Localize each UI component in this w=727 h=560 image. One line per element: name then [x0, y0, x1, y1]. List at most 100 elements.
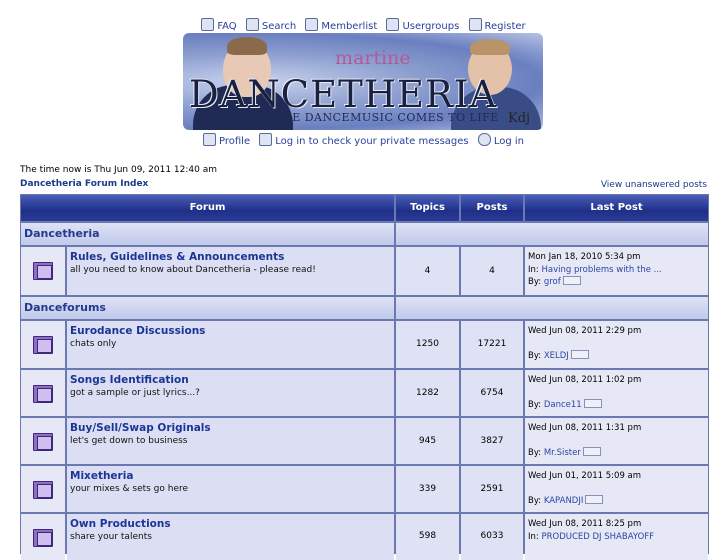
last-post-author-link[interactable]: grof — [544, 277, 561, 287]
header-topics: Topics — [396, 195, 459, 221]
login-link[interactable]: Log in — [477, 133, 524, 147]
banner-title: DANCETHERIA — [189, 73, 498, 116]
view-latest-post-icon[interactable] — [582, 446, 601, 456]
usergroups-link[interactable]: Usergroups — [386, 18, 459, 32]
profile-link[interactable]: Profile — [203, 133, 250, 147]
topics-count: 1250 — [396, 321, 459, 368]
table-header: Forum Topics Posts Last Post — [21, 195, 708, 221]
forum-name[interactable]: Songs Identification — [70, 374, 391, 386]
last-post-topic-link[interactable]: Having problems with the ... — [541, 265, 661, 275]
last-post-in-label: In: — [528, 531, 539, 542]
forum-row: Mixetheria your mixes & sets go here 339… — [21, 466, 708, 512]
login-icon — [477, 133, 491, 146]
forum-row: Rules, Guidelines & Announcements all yo… — [21, 247, 708, 295]
view-unanswered-link[interactable]: View unanswered posts — [601, 180, 707, 190]
last-post-date: Wed Jun 01, 2011 5:09 am — [528, 471, 642, 481]
forum-name[interactable]: Rules, Guidelines & Announcements — [70, 251, 391, 263]
folder-icon — [33, 336, 53, 354]
last-post-by-label: By: — [528, 399, 542, 410]
last-post-author-link[interactable]: Mr.Sister — [544, 448, 581, 458]
last-post-in-label: In: — [528, 264, 539, 275]
posts-count: 2591 — [461, 466, 523, 512]
last-post: Wed Jun 08, 2011 8:25 pm In: PRODUCED DJ… — [525, 514, 708, 560]
usergroups-icon — [386, 18, 400, 31]
header-forum: Forum — [21, 195, 394, 221]
folder-icon — [33, 433, 53, 451]
site-banner[interactable]: martine DANCETHERIA WHERE DANCEMUSIC COM… — [183, 33, 543, 130]
forum-row: Own Productions share your talents 598 6… — [21, 514, 708, 560]
last-post: Mon Jan 18, 2010 5:34 pm In: Having prob… — [525, 247, 708, 295]
last-post-date: Wed Jun 08, 2011 2:29 pm — [528, 326, 642, 336]
category-name[interactable]: Danceforums — [21, 297, 394, 319]
last-post-date: Wed Jun 08, 2011 1:02 pm — [528, 375, 642, 385]
last-post: Wed Jun 08, 2011 1:31 pm By: Mr.Sister — [525, 418, 708, 464]
topics-count: 339 — [396, 466, 459, 512]
messages-icon — [259, 133, 273, 146]
header-last-post: Last Post — [525, 195, 708, 221]
memberlist-link[interactable]: Memberlist — [305, 18, 377, 32]
folder-icon — [33, 481, 53, 499]
top-nav: FAQ Search Memberlist Usergroups Registe… — [0, 18, 727, 32]
forum-table: Forum Topics Posts Last Post Dancetheria… — [20, 194, 709, 560]
forum-row: Eurodance Discussions chats only 1250 17… — [21, 321, 708, 368]
view-latest-post-icon[interactable] — [585, 494, 604, 504]
banner-slogan: WHERE DANCEMUSIC COMES TO LIFE — [253, 111, 499, 124]
posts-count: 4 — [461, 247, 523, 295]
forum-name[interactable]: Own Productions — [70, 518, 391, 530]
forum-description: let's get down to business — [70, 436, 188, 446]
forum-row: Songs Identification got a sample or jus… — [21, 370, 708, 416]
last-post-author-link[interactable]: XELDJ — [544, 351, 569, 361]
category-row: Dancetheria — [21, 223, 708, 245]
register-link[interactable]: Register — [468, 18, 526, 32]
forum-description: chats only — [70, 339, 117, 349]
forum-description: your mixes & sets go here — [70, 484, 189, 494]
forum-name[interactable]: Eurodance Discussions — [70, 325, 391, 337]
last-post: Wed Jun 08, 2011 1:02 pm By: Dance11 — [525, 370, 708, 416]
banner-signature: Kdj — [508, 111, 531, 126]
posts-count: 3827 — [461, 418, 523, 464]
search-icon — [245, 18, 259, 31]
faq-icon — [201, 18, 215, 31]
last-post-topic-link[interactable]: PRODUCED DJ SHABAYOFF — [541, 532, 654, 542]
search-link[interactable]: Search — [245, 18, 296, 32]
posts-count: 17221 — [461, 321, 523, 368]
forum-description: all you need to know about Dancetheria -… — [70, 265, 316, 275]
last-post-date: Wed Jun 08, 2011 8:25 pm — [528, 519, 642, 529]
posts-count: 6033 — [461, 514, 523, 560]
view-latest-post-icon[interactable] — [583, 398, 602, 408]
topics-count: 598 — [396, 514, 459, 560]
faq-link[interactable]: FAQ — [201, 18, 237, 32]
topics-count: 1282 — [396, 370, 459, 416]
forum-description: share your talents — [70, 532, 152, 542]
register-icon — [468, 18, 482, 31]
current-time: The time now is Thu Jun 09, 2011 12:40 a… — [20, 165, 217, 175]
profile-icon — [203, 133, 216, 146]
category-name[interactable]: Dancetheria — [21, 223, 394, 245]
view-latest-post-icon[interactable] — [562, 276, 581, 285]
folder-icon — [33, 385, 53, 403]
folder-icon — [33, 262, 53, 280]
posts-count: 6754 — [461, 370, 523, 416]
forum-description: got a sample or just lyrics...? — [70, 388, 200, 398]
last-post-author-link[interactable]: KAPANDJI — [544, 496, 584, 506]
last-post-by-label: By: — [528, 495, 542, 506]
forum-name[interactable]: Buy/Sell/Swap Originals — [70, 422, 391, 434]
last-post-by-label: By: — [528, 447, 542, 458]
forum-name[interactable]: Mixetheria — [70, 470, 391, 482]
category-row: Danceforums — [21, 297, 708, 319]
last-post-by-label: By: — [528, 350, 542, 361]
header-posts: Posts — [461, 195, 523, 221]
view-latest-post-icon[interactable] — [570, 349, 589, 359]
last-post: Wed Jun 08, 2011 2:29 pm By: XELDJ — [525, 321, 708, 368]
forum-index-link[interactable]: Dancetheria Forum Index — [20, 179, 148, 189]
topics-count: 945 — [396, 418, 459, 464]
forum-row: Buy/Sell/Swap Originals let's get down t… — [21, 418, 708, 464]
last-post: Wed Jun 01, 2011 5:09 am By: KAPANDJI — [525, 466, 708, 512]
private-messages-link[interactable]: Log in to check your private messages — [259, 133, 469, 147]
last-post-author-link[interactable]: Dance11 — [544, 400, 582, 410]
folder-icon — [33, 529, 53, 547]
user-nav: Profile Log in to check your private mes… — [0, 133, 727, 147]
last-post-date: Mon Jan 18, 2010 5:34 pm — [528, 252, 641, 262]
memberlist-icon — [305, 18, 319, 31]
last-post-date: Wed Jun 08, 2011 1:31 pm — [528, 423, 642, 433]
